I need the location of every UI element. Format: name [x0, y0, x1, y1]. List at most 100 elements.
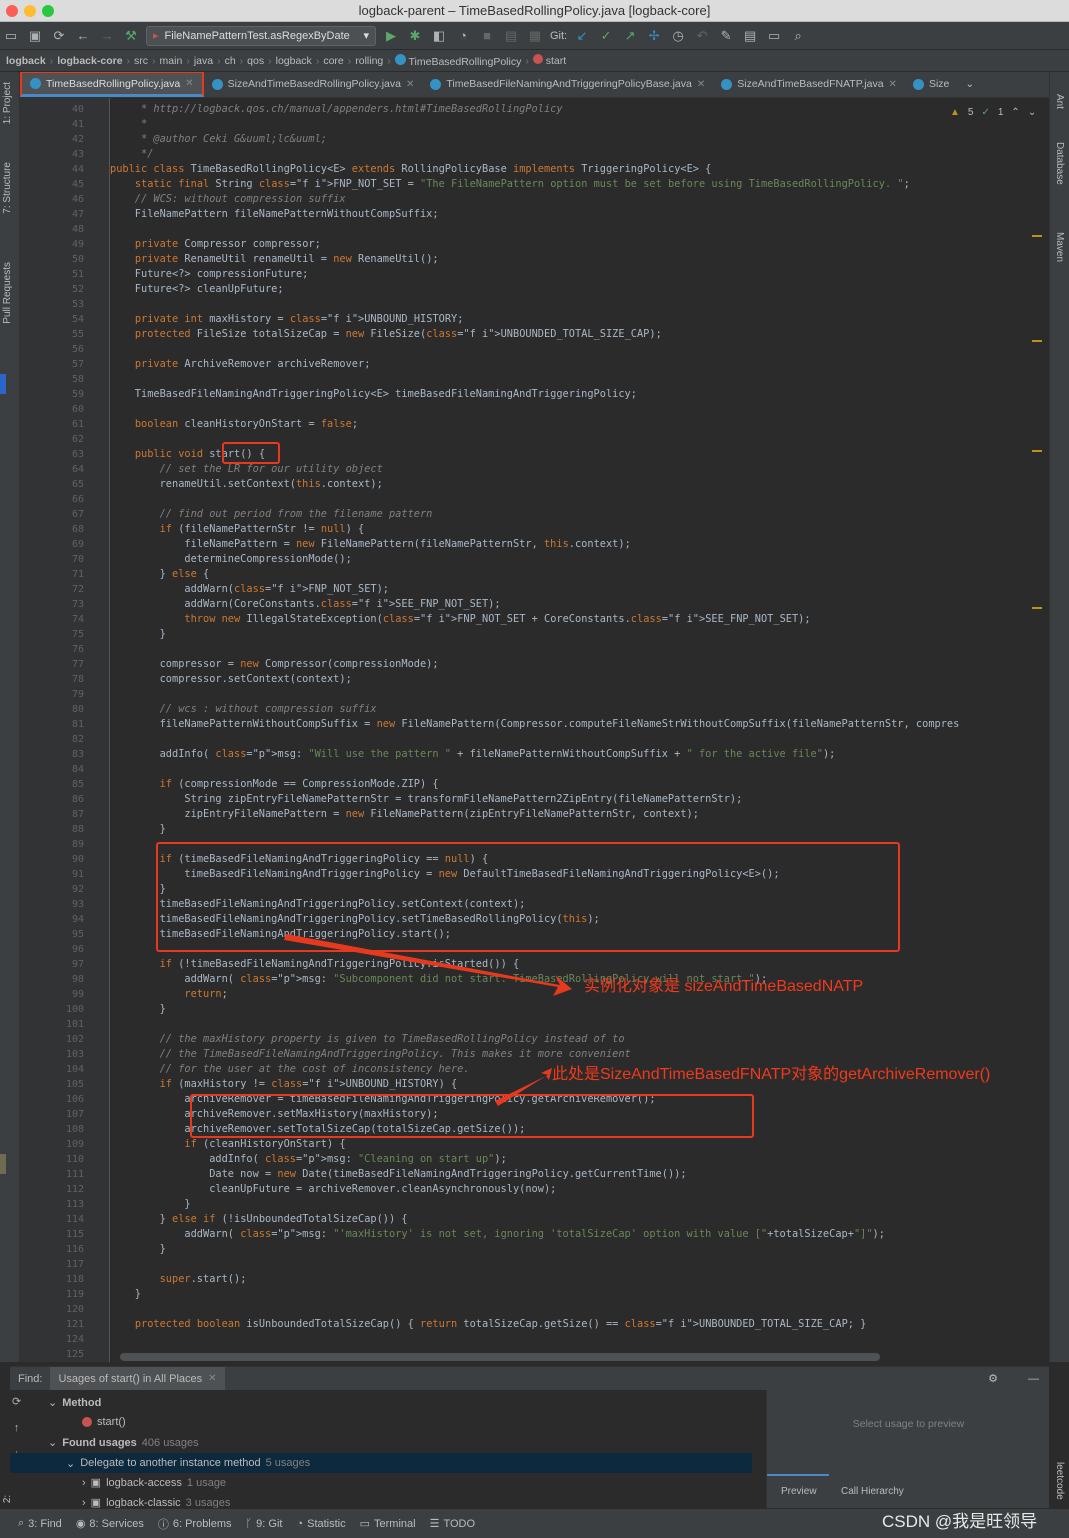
structure-tool-button[interactable]: 7: Structure — [2, 162, 13, 214]
line-number[interactable]: 111 — [40, 1167, 84, 1182]
code-line[interactable]: protected boolean isUnboundedTotalSizeCa… — [110, 1317, 1049, 1332]
line-number[interactable]: 82 — [40, 732, 84, 747]
line-number[interactable]: 74 — [40, 612, 84, 627]
folder-icon[interactable]: ▭ — [2, 27, 20, 45]
marker[interactable] — [1032, 235, 1042, 237]
method-group[interactable]: ⌄ Method — [48, 1396, 101, 1410]
code-line[interactable]: private Compressor compressor; — [110, 237, 1049, 252]
code-line[interactable]: static final String class="f i">FNP_NOT_… — [110, 177, 1049, 192]
code-line[interactable]: zipEntryFileNamePattern = new FileNamePa… — [110, 807, 1049, 822]
marker[interactable] — [1032, 450, 1042, 452]
line-number[interactable]: 92 — [40, 882, 84, 897]
build-hammer-icon[interactable]: ⚒ — [122, 27, 140, 45]
code-line[interactable] — [110, 1332, 1049, 1347]
find-tool-button[interactable]: ⌕ 3: Find — [18, 1517, 62, 1530]
git-commit-icon[interactable]: ✓ — [597, 27, 615, 45]
line-number[interactable]: 98 — [40, 972, 84, 987]
line-number[interactable]: 48 — [40, 222, 84, 237]
line-number[interactable]: 66 — [40, 492, 84, 507]
stop-icon[interactable]: ■ — [478, 27, 496, 45]
gear-icon[interactable]: ⚙ — [988, 1372, 1028, 1385]
line-number[interactable]: 124 — [40, 1332, 84, 1347]
line-number[interactable]: 112 — [40, 1182, 84, 1197]
tab-list-dropdown[interactable]: ⌄ — [957, 72, 982, 97]
line-number[interactable]: 46 — [40, 192, 84, 207]
crumb-ch[interactable]: ch — [221, 55, 240, 67]
code-line[interactable]: String zipEntryFileNamePatternStr = tran… — [110, 792, 1049, 807]
line-number[interactable]: 44 — [40, 162, 84, 177]
close-icon[interactable]: ✕ — [697, 79, 705, 90]
line-number[interactable]: 91 — [40, 867, 84, 882]
code-line[interactable]: * @author Ceki G&uuml;lc&uuml; — [110, 132, 1049, 147]
line-number[interactable]: 41 — [40, 117, 84, 132]
code-line[interactable]: private ArchiveRemover archiveRemover; — [110, 357, 1049, 372]
code-line[interactable]: TimeBasedFileNamingAndTriggeringPolicy<E… — [110, 387, 1049, 402]
line-number[interactable]: 84 — [40, 762, 84, 777]
line-number[interactable]: 69 — [40, 537, 84, 552]
up-arrow-icon[interactable]: ↑ — [14, 1422, 20, 1434]
coverage-icon[interactable]: ◧ — [430, 27, 448, 45]
tab-timebasedfilenamingpolicybase[interactable]: TimeBasedFileNamingAndTriggeringPolicyBa… — [422, 72, 713, 97]
line-number[interactable]: 97 — [40, 957, 84, 972]
crumb-rolling[interactable]: rolling — [351, 55, 387, 67]
code-line[interactable]: protected FileSize totalSizeCap = new Fi… — [110, 327, 1049, 342]
crumb-method[interactable]: start — [529, 54, 570, 67]
line-number[interactable]: 76 — [40, 642, 84, 657]
crumb-logback[interactable]: logback — [2, 55, 50, 67]
line-number[interactable]: 49 — [40, 237, 84, 252]
search-icon[interactable]: ⌕ — [789, 27, 807, 45]
crumb-logback-core[interactable]: logback-core — [53, 55, 126, 67]
crumb-core[interactable]: core — [319, 55, 347, 67]
code-line[interactable]: } — [110, 1002, 1049, 1017]
git-update-icon[interactable]: ↙ — [573, 27, 591, 45]
code-line[interactable]: addInfo( class="p">msg: "Cleaning on sta… — [110, 1152, 1049, 1167]
code-line[interactable] — [110, 762, 1049, 777]
rerun-icon[interactable]: ⟳ — [12, 1395, 21, 1408]
line-number[interactable]: 63 — [40, 447, 84, 462]
method-item[interactable]: start() — [82, 1416, 126, 1428]
line-number[interactable]: 87 — [40, 807, 84, 822]
code-line[interactable]: if (cleanHistoryOnStart) { — [110, 1137, 1049, 1152]
back-icon[interactable]: ← — [74, 27, 92, 45]
line-number[interactable]: 40 — [40, 102, 84, 117]
chevron-up-icon[interactable]: ⌃ — [1011, 107, 1019, 118]
code-line[interactable]: if (compressionMode == CompressionMode.Z… — [110, 777, 1049, 792]
code-line[interactable]: * http://logback.qos.ch/manual/appenders… — [110, 102, 1049, 117]
code-line[interactable] — [110, 402, 1049, 417]
code-line[interactable] — [110, 222, 1049, 237]
line-number[interactable]: 73 — [40, 597, 84, 612]
close-icon[interactable]: ✕ — [208, 1373, 216, 1384]
line-number[interactable]: 110 — [40, 1152, 84, 1167]
line-number[interactable]: 102 — [40, 1032, 84, 1047]
run-icon[interactable]: ▶ — [382, 27, 400, 45]
line-number[interactable]: 78 — [40, 672, 84, 687]
crumb-main[interactable]: main — [156, 55, 187, 67]
code-line[interactable]: private int maxHistory = class="f i">UNB… — [110, 312, 1049, 327]
code-line[interactable] — [110, 732, 1049, 747]
line-number[interactable]: 81 — [40, 717, 84, 732]
line-number[interactable]: 86 — [40, 792, 84, 807]
debug-icon[interactable]: ✱ — [406, 27, 424, 45]
code-line[interactable]: } — [110, 822, 1049, 837]
git-push-icon[interactable]: ↗ — [621, 27, 639, 45]
line-number[interactable]: 109 — [40, 1137, 84, 1152]
code-line[interactable] — [110, 297, 1049, 312]
code-line[interactable]: * — [110, 117, 1049, 132]
line-number[interactable]: 93 — [40, 897, 84, 912]
code-line[interactable]: } else if (!isUnboundedTotalSizeCap()) { — [110, 1212, 1049, 1227]
code-line[interactable]: } else { — [110, 567, 1049, 582]
line-number[interactable]: 107 — [40, 1107, 84, 1122]
code-line[interactable]: compressor = new Compressor(compressionM… — [110, 657, 1049, 672]
crumb-class[interactable]: TimeBasedRollingPolicy — [391, 53, 526, 68]
horizontal-scrollbar[interactable] — [120, 1353, 880, 1361]
code-line[interactable]: */ — [110, 147, 1049, 162]
line-number[interactable]: 72 — [40, 582, 84, 597]
marker[interactable] — [1032, 607, 1042, 609]
database-tool-button[interactable]: Database — [1054, 142, 1065, 185]
code-line[interactable]: fileNamePattern = new FileNamePattern(fi… — [110, 537, 1049, 552]
code-line[interactable] — [110, 492, 1049, 507]
crumb-src[interactable]: src — [130, 55, 152, 67]
layout-icon[interactable]: ▦ — [526, 27, 544, 45]
line-number[interactable]: 54 — [40, 312, 84, 327]
line-number[interactable]: 57 — [40, 357, 84, 372]
